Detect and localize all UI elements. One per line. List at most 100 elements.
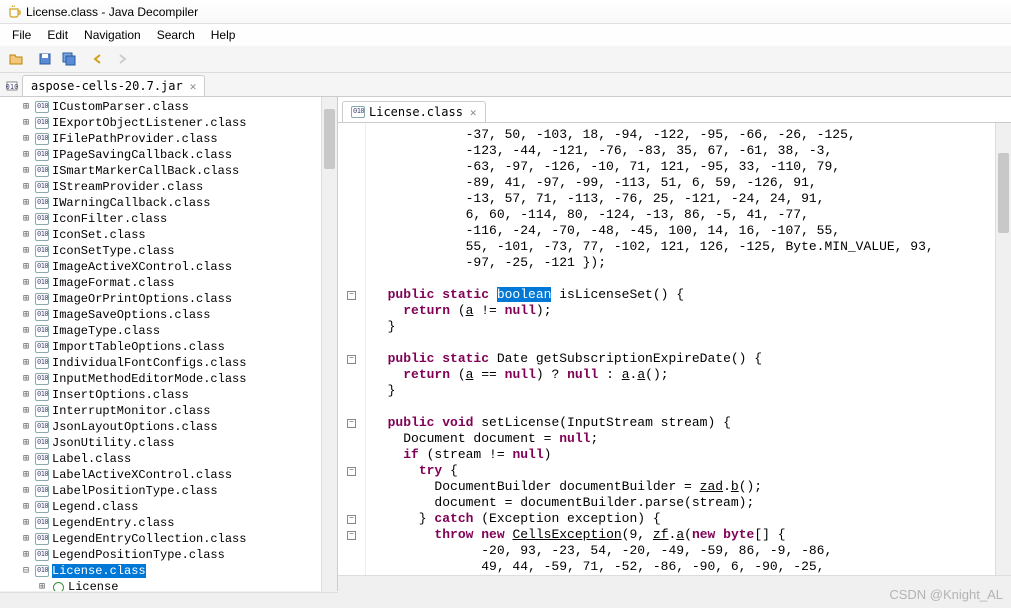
fold-toggle-icon[interactable]: − <box>347 467 356 476</box>
code-line[interactable]: -123, -44, -121, -76, -83, 35, 67, -61, … <box>372 143 995 159</box>
tree-hscrollbar[interactable] <box>0 592 338 608</box>
tree-row[interactable]: ⊞IFilePathProvider.class <box>0 131 321 147</box>
code-line[interactable]: -20, 93, -23, 54, -20, -49, -59, 86, -9,… <box>372 543 995 559</box>
code-line[interactable] <box>372 335 995 351</box>
code-line[interactable]: 55, -101, -73, 77, -102, 121, 126, -125,… <box>372 239 995 255</box>
tree-scrollbar[interactable] <box>321 97 337 591</box>
tree-toggle-icon[interactable]: ⊞ <box>20 181 32 193</box>
tree-row[interactable]: ⊞IconSetType.class <box>0 243 321 259</box>
tree-toggle-icon[interactable]: ⊞ <box>20 517 32 529</box>
menu-help[interactable]: Help <box>203 26 244 44</box>
tree-toggle-icon[interactable]: ⊞ <box>20 165 32 177</box>
code-line[interactable]: -37, 50, -103, 18, -94, -122, -95, -66, … <box>372 127 995 143</box>
tree-toggle-icon[interactable]: ⊞ <box>20 341 32 353</box>
close-editor-tab-icon[interactable]: ✕ <box>470 106 477 119</box>
tree-toggle-icon[interactable]: ⊞ <box>20 549 32 561</box>
tree-row[interactable]: ⊞IconSet.class <box>0 227 321 243</box>
tree-row[interactable]: ⊞IStreamProvider.class <box>0 179 321 195</box>
tree-toggle-icon[interactable]: ⊞ <box>20 149 32 161</box>
fold-toggle-icon[interactable]: − <box>347 355 356 364</box>
tree-toggle-icon[interactable]: ⊞ <box>20 101 32 113</box>
fold-toggle-icon[interactable]: − <box>347 531 356 540</box>
tree-toggle-icon[interactable]: ⊞ <box>36 581 48 591</box>
tree-row[interactable]: ⊞ImportTableOptions.class <box>0 339 321 355</box>
code-line[interactable]: if (stream != null) <box>372 447 995 463</box>
tree-row[interactable]: ⊞ImageFormat.class <box>0 275 321 291</box>
code-line[interactable]: public void setLicense(InputStream strea… <box>372 415 995 431</box>
save-button[interactable] <box>34 49 56 69</box>
tree-row[interactable]: ⊞IExportObjectListener.class <box>0 115 321 131</box>
fold-toggle-icon[interactable]: − <box>347 515 356 524</box>
editor-hscrollbar[interactable] <box>338 575 1011 591</box>
tree-row[interactable]: ⊞LegendEntryCollection.class <box>0 531 321 547</box>
tree-toggle-icon[interactable]: ⊞ <box>20 405 32 417</box>
code-line[interactable]: return (a == null) ? null : a.a(); <box>372 367 995 383</box>
code-line[interactable] <box>372 271 995 287</box>
tree-row[interactable]: ⊞ImageActiveXControl.class <box>0 259 321 275</box>
tree-toggle-icon[interactable]: ⊞ <box>20 325 32 337</box>
tree-toggle-icon[interactable]: ⊞ <box>20 293 32 305</box>
code-line[interactable]: Document document = null; <box>372 431 995 447</box>
tree-row[interactable]: ⊞InsertOptions.class <box>0 387 321 403</box>
tree-row[interactable]: ⊞ISmartMarkerCallBack.class <box>0 163 321 179</box>
tree-row[interactable]: ⊟License.class <box>0 563 321 579</box>
tree-toggle-icon[interactable]: ⊞ <box>20 197 32 209</box>
tree-row[interactable]: ⊞LabelPositionType.class <box>0 483 321 499</box>
code-line[interactable]: } catch (Exception exception) { <box>372 511 995 527</box>
tree-toggle-icon[interactable]: ⊞ <box>20 501 32 513</box>
tree-row[interactable]: ⊞Legend.class <box>0 499 321 515</box>
code-line[interactable]: } <box>372 319 995 335</box>
tree-toggle-icon[interactable]: ⊞ <box>20 421 32 433</box>
tree-row[interactable]: ⊞LegendPositionType.class <box>0 547 321 563</box>
tree-toggle-icon[interactable]: ⊞ <box>20 277 32 289</box>
editor-tab[interactable]: License.class ✕ <box>342 101 486 122</box>
code-line[interactable]: public static boolean isLicenseSet() { <box>372 287 995 303</box>
code-line[interactable]: -63, -97, -126, -10, 71, 121, -95, 33, -… <box>372 159 995 175</box>
code-line[interactable]: return (a != null); <box>372 303 995 319</box>
open-file-button[interactable] <box>5 49 27 69</box>
project-tab[interactable]: aspose-cells-20.7.jar ✕ <box>22 75 205 96</box>
tree-toggle-icon[interactable]: ⊞ <box>20 437 32 449</box>
tree-row[interactable]: ⊞ICustomParser.class <box>0 99 321 115</box>
code-line[interactable]: } <box>372 383 995 399</box>
menu-navigation[interactable]: Navigation <box>76 26 149 44</box>
tree-toggle-icon[interactable]: ⊞ <box>20 373 32 385</box>
tree-row[interactable]: ⊞IPageSavingCallback.class <box>0 147 321 163</box>
code-line[interactable]: -116, -24, -70, -48, -45, 100, 14, 16, -… <box>372 223 995 239</box>
tree-row[interactable]: ⊞InterruptMonitor.class <box>0 403 321 419</box>
fold-toggle-icon[interactable]: − <box>347 291 356 300</box>
tree-toggle-icon[interactable]: ⊞ <box>20 309 32 321</box>
tree-row[interactable]: ⊞LegendEntry.class <box>0 515 321 531</box>
menu-edit[interactable]: Edit <box>39 26 76 44</box>
code-line[interactable]: 49, 44, -59, 71, -52, -86, -90, 6, -90, … <box>372 559 995 575</box>
tree-row[interactable]: ⊞ImageType.class <box>0 323 321 339</box>
tree-toggle-icon[interactable]: ⊞ <box>20 453 32 465</box>
code-line[interactable]: document = documentBuilder.parse(stream)… <box>372 495 995 511</box>
tree-toggle-icon[interactable]: ⊞ <box>20 389 32 401</box>
code-line[interactable]: -89, 41, -97, -99, -113, 51, 6, 59, -126… <box>372 175 995 191</box>
code-line[interactable]: 6, 60, -114, 80, -124, -13, 86, -5, 41, … <box>372 207 995 223</box>
tree-row[interactable]: ⊞IWarningCallback.class <box>0 195 321 211</box>
tree-toggle-icon[interactable]: ⊞ <box>20 533 32 545</box>
close-tab-icon[interactable]: ✕ <box>190 80 197 93</box>
code-line[interactable]: throw new CellsException(9, zf.a(new byt… <box>372 527 995 543</box>
tree-row[interactable]: ⊞JsonUtility.class <box>0 435 321 451</box>
tree-toggle-icon[interactable]: ⊞ <box>20 469 32 481</box>
tree-toggle-icon[interactable]: ⊞ <box>20 229 32 241</box>
code-line[interactable] <box>372 399 995 415</box>
tree-row[interactable]: ⊞IndividualFontConfigs.class <box>0 355 321 371</box>
tree-row[interactable]: ⊞IconFilter.class <box>0 211 321 227</box>
tree-toggle-icon[interactable]: ⊞ <box>20 485 32 497</box>
back-button[interactable] <box>87 49 109 69</box>
tree-toggle-icon[interactable]: ⊞ <box>20 117 32 129</box>
tree-toggle-icon[interactable]: ⊞ <box>20 357 32 369</box>
save-all-button[interactable] <box>58 49 80 69</box>
tree-row[interactable]: ⊞Label.class <box>0 451 321 467</box>
code-line[interactable]: DocumentBuilder documentBuilder = zad.b(… <box>372 479 995 495</box>
code-area[interactable]: − − − − − − -37, 50, -103, 18, -94, -122, -95… <box>338 123 1011 575</box>
tree-toggle-icon[interactable]: ⊞ <box>20 213 32 225</box>
tree-row[interactable]: ⊞LabelActiveXControl.class <box>0 467 321 483</box>
tree-row[interactable]: ⊞JsonLayoutOptions.class <box>0 419 321 435</box>
fold-toggle-icon[interactable]: − <box>347 419 356 428</box>
tree-row[interactable]: ⊞ImageSaveOptions.class <box>0 307 321 323</box>
